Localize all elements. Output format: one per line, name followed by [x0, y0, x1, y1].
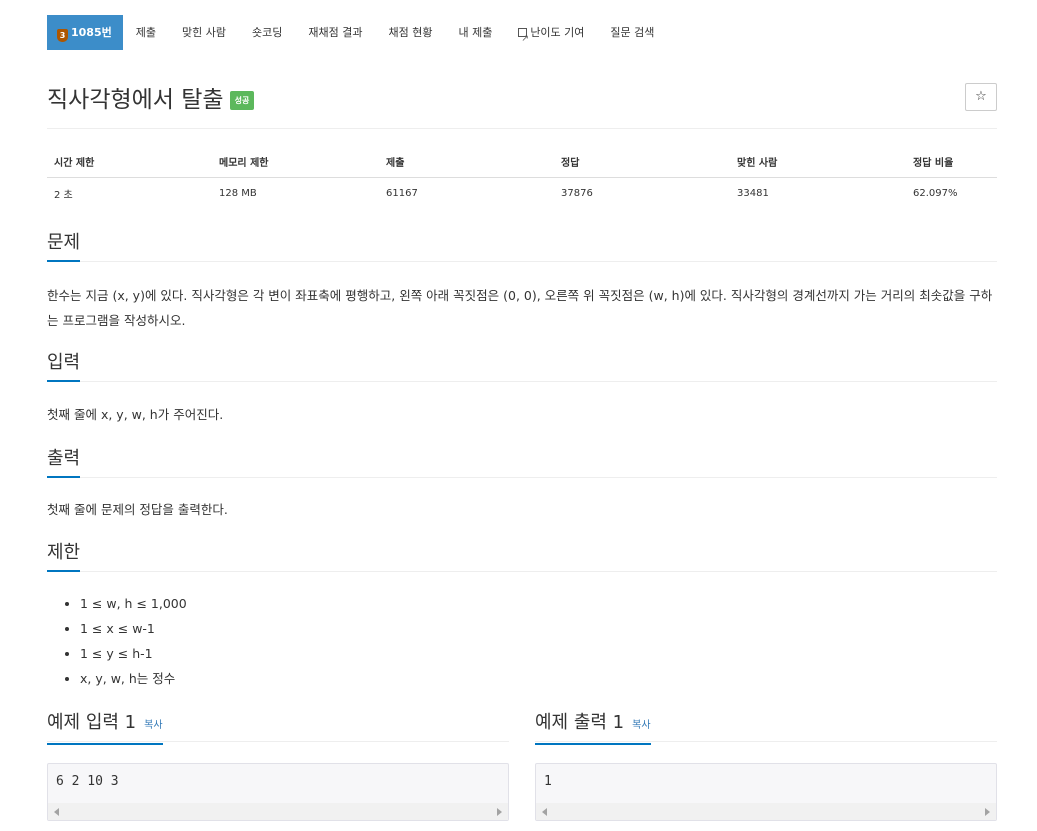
list-item: 1 ≤ x ≤ w-1 — [80, 616, 187, 641]
list-item: 1 ≤ w, h ≤ 1,000 — [80, 591, 187, 616]
nav-status[interactable]: 채점 현황 — [375, 15, 445, 50]
list-item: x, y, w, h는 정수 — [80, 666, 187, 691]
scroll-right-icon[interactable] — [497, 808, 502, 816]
example-output-code: 1 — [544, 774, 552, 789]
problem-menu: 31085번 제출 맞힌 사람 숏코딩 재채점 결과 채점 현황 내 제출 난이… — [47, 15, 667, 57]
section-title: 문제 — [47, 231, 81, 262]
scroll-right-icon[interactable] — [985, 808, 990, 816]
horizontal-scrollbar[interactable] — [48, 803, 508, 820]
info-header: 정답 — [554, 150, 730, 178]
section-title: 출력 — [47, 447, 81, 478]
nav-problem-number[interactable]: 3 1085번 — [47, 15, 123, 50]
nav-my-submissions[interactable]: 내 제출 — [445, 15, 505, 50]
section-input-header: 입력 — [47, 351, 997, 382]
problem-description: 한수는 지금 (x, y)에 있다. 직사각형은 각 변이 좌표축에 평행하고,… — [47, 288, 993, 328]
scroll-left-icon[interactable] — [542, 808, 547, 816]
example-input-code: 6 2 10 3 — [56, 774, 119, 789]
info-value: 62.097% — [913, 188, 958, 199]
horizontal-scrollbar[interactable] — [536, 803, 996, 820]
problem-number: 1085번 — [71, 26, 112, 39]
section-output-header: 출력 — [47, 447, 997, 478]
scroll-left-icon[interactable] — [54, 808, 59, 816]
section-title: 예제 입력 1 복사 — [47, 711, 163, 745]
nav-difficulty-label: 난이도 기여 — [530, 26, 585, 39]
info-value: 33481 — [737, 188, 769, 199]
section-title: 입력 — [47, 351, 81, 382]
info-value: 37876 — [561, 188, 593, 199]
example-output-title: 예제 출력 1 — [535, 712, 625, 733]
input-description: 첫째 줄에 x, y, w, h가 주어진다. — [47, 407, 224, 422]
title-row: 직사각형에서 탈출 성공 ☆ — [47, 80, 997, 114]
section-title: 예제 출력 1 복사 — [535, 711, 651, 745]
copy-input-button[interactable]: 복사 — [144, 720, 162, 731]
nav-short-coding[interactable]: 숏코딩 — [239, 15, 295, 50]
status-badge: 성공 — [229, 91, 255, 110]
section-problem-header: 문제 — [47, 231, 997, 262]
section-limits-header: 제한 — [47, 541, 997, 572]
example-output-box[interactable]: 1 — [535, 763, 997, 821]
copy-output-button[interactable]: 복사 — [632, 720, 650, 731]
nav-solvers[interactable]: 맞힌 사람 — [169, 15, 239, 50]
nav-questions[interactable]: 질문 검색 — [597, 15, 667, 50]
info-value: 61167 — [386, 188, 418, 199]
info-header: 메모리 제한 — [212, 150, 379, 178]
info-value: 128 MB — [219, 188, 257, 199]
example-input-header: 예제 입력 1 복사 — [47, 711, 509, 745]
nav-submit[interactable]: 제출 — [123, 15, 169, 50]
page-title: 직사각형에서 탈출 — [47, 87, 224, 113]
info-header: 맞힌 사람 — [730, 150, 906, 178]
nav-difficulty[interactable]: 난이도 기여 — [505, 15, 597, 57]
example-input-box[interactable]: 6 2 10 3 — [47, 763, 509, 821]
star-icon: ☆ — [975, 89, 987, 104]
list-item: 1 ≤ y ≤ h-1 — [80, 641, 187, 666]
example-output-header: 예제 출력 1 복사 — [535, 711, 997, 745]
info-value: 2 초 — [54, 190, 73, 201]
problem-info-table: 시간 제한 메모리 제한 제출 정답 맞힌 사람 정답 비율 2 초 128 M… — [47, 150, 997, 209]
divider — [47, 128, 997, 129]
info-header: 시간 제한 — [47, 150, 212, 178]
output-description: 첫째 줄에 문제의 정답을 출력한다. — [47, 502, 228, 517]
nav-rejudge[interactable]: 재채점 결과 — [295, 15, 375, 50]
example-input-title: 예제 입력 1 — [47, 712, 137, 733]
star-button[interactable]: ☆ — [965, 83, 997, 111]
section-title: 제한 — [47, 541, 81, 572]
external-link-icon — [518, 22, 529, 57]
info-header: 정답 비율 — [906, 150, 997, 178]
info-header: 제출 — [379, 150, 554, 178]
tier-badge-icon: 3 — [57, 29, 68, 42]
limits-list: 1 ≤ w, h ≤ 1,000 1 ≤ x ≤ w-1 1 ≤ y ≤ h-1… — [47, 591, 187, 691]
